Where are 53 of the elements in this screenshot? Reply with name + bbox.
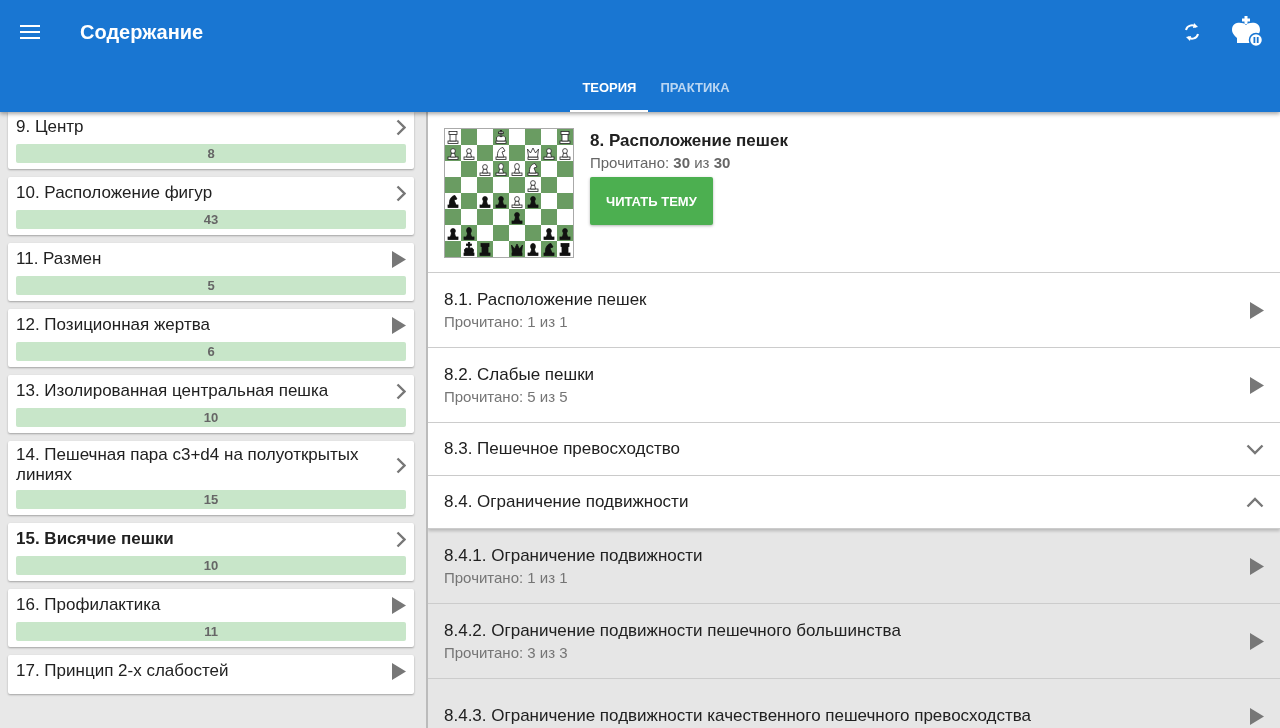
chevron-right-icon — [396, 184, 406, 202]
chapter-card[interactable]: 15. Висячие пешки 10 — [8, 523, 414, 581]
topic-group-row[interactable]: 8.3. Пешечное превосходство — [428, 423, 1280, 476]
chapter-card[interactable]: 16. Профилактика 11 — [8, 589, 414, 647]
chapter-title: 10. Расположение фигур — [16, 183, 213, 203]
item-count: 11 — [204, 624, 218, 639]
chevron-right-icon — [396, 382, 406, 400]
play-icon — [1250, 707, 1264, 725]
subtopic-row[interactable]: 8.4.3. Ограничение подвижности качественного пешечного превосходства — [428, 679, 1280, 728]
chevron-down-icon — [1246, 443, 1264, 455]
play-icon — [392, 662, 406, 680]
chapter-heading: 8. Расположение пешек — [590, 131, 788, 151]
item-count: 5 — [207, 278, 215, 293]
chapter-title: 15. Висячие пешки — [16, 529, 174, 549]
play-icon — [392, 316, 406, 334]
chapter-card[interactable]: 14. Пешечная пара c3+d4 на полуоткрытых линиях 15 — [8, 441, 414, 515]
item-count: 15 — [203, 492, 219, 507]
chapter-card[interactable]: 9. Центр 8 — [8, 112, 414, 169]
chevron-right-icon — [396, 530, 406, 548]
item-count: 10 — [203, 410, 219, 425]
item-count: 10 — [203, 558, 219, 573]
chapter-card[interactable]: 12. Позиционная жертва 6 — [8, 309, 414, 367]
screen-title: Содержание — [80, 20, 204, 44]
play-icon — [392, 596, 406, 614]
play-icon — [1250, 557, 1264, 575]
chapter-title: 17. Принцип 2-х слабостей — [16, 661, 229, 681]
chevron-right-icon — [396, 456, 406, 474]
topic-title: 8.4. Ограничение подвижности — [444, 492, 689, 512]
item-count: 43 — [203, 212, 219, 227]
play-icon — [1250, 632, 1264, 650]
topic-title: 8.4.1. Ограничение подвижности — [444, 546, 703, 566]
chapter-title: 11. Размен — [16, 249, 102, 269]
chapter-card[interactable]: 17. Принцип 2-х слабостей — [8, 655, 414, 694]
topic-title: 8.1. Расположение пешек — [444, 290, 647, 310]
chapter-title: 9. Центр — [16, 117, 84, 137]
topic-title: 8.2. Слабые пешки — [444, 365, 595, 385]
topic-title: 8.3. Пешечное превосходство — [444, 439, 680, 459]
chapter-card[interactable]: 11. Размен 5 — [8, 243, 414, 301]
chevron-right-icon — [396, 118, 406, 136]
play-icon — [1250, 376, 1264, 394]
chapter-title: 13. Изолированная центральная пешка — [16, 381, 329, 401]
item-count: 6 — [207, 344, 215, 359]
play-icon — [392, 250, 406, 268]
item-count: 8 — [207, 146, 215, 161]
topic-title: 8.4.2. Ограничение подвижности пешечного большинства — [444, 621, 901, 641]
play-icon — [1250, 301, 1264, 319]
chapter-title: 14. Пешечная пара c3+d4 на полуоткрытых линиях — [16, 445, 360, 485]
chevron-up-icon — [1246, 496, 1264, 508]
chapter-title: 12. Позиционная жертва — [16, 315, 210, 335]
topic-title: 8.4.3. Ограничение подвижности качественного пешечного превосходства — [444, 706, 1031, 726]
chapter-card[interactable]: 13. Изолированная центральная пешка 10 — [8, 375, 414, 433]
chapter-title: 16. Профилактика — [16, 595, 161, 615]
chapter-card[interactable]: 10. Расположение фигур 43 — [8, 177, 414, 235]
